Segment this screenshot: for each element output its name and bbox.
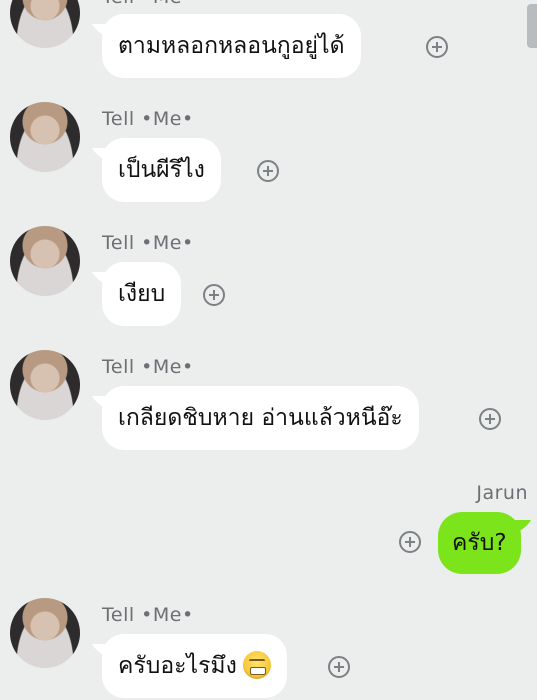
add-reaction-icon[interactable] [328,656,350,678]
message-bubble[interactable]: ครับอะไรมึง [102,634,287,698]
add-reaction-icon[interactable] [257,160,279,182]
message-text: เกลียดชิบหาย อ่านแล้วหนีอ๊ะ [118,405,403,431]
message-bubble[interactable]: ตามหลอกหลอนกูอยู่ได้ [102,14,361,78]
avatar[interactable] [10,598,80,668]
sender-name: Tell •Me• [102,108,194,130]
message-bubble[interactable]: เงียบ [102,262,182,326]
add-reaction-icon[interactable] [203,284,225,306]
chat-scroll-tab[interactable] [527,4,537,48]
add-reaction-icon[interactable] [399,531,421,553]
message-text: เงียบ [118,281,166,307]
message-bubble[interactable]: เป็นผีรึไง [102,138,221,202]
avatar[interactable] [10,350,80,420]
message-text: เป็นผีรึไง [118,157,205,183]
my-message-bubble[interactable]: ครับ? [438,512,521,574]
add-reaction-icon[interactable] [426,36,448,58]
grimacing-face-emoji [242,650,271,679]
my-sender-name: Jarun [476,482,528,504]
sender-name: Tell •Me• [102,356,194,378]
message-bubble[interactable]: เกลียดชิบหาย อ่านแล้วหนีอ๊ะ [102,386,419,450]
message-text: ครับ? [452,530,507,556]
sender-name: Tell •Me• [102,232,194,254]
sender-name: Tell •Me• [102,604,194,626]
sender-name: Tell •Me• [102,0,194,8]
avatar[interactable] [10,226,80,296]
message-text: ตามหลอกหลอนกูอยู่ได้ [118,33,345,59]
avatar[interactable] [10,0,80,48]
message-text: ครับอะไรมึง [118,653,237,679]
add-reaction-icon[interactable] [479,408,501,430]
avatar[interactable] [10,102,80,172]
